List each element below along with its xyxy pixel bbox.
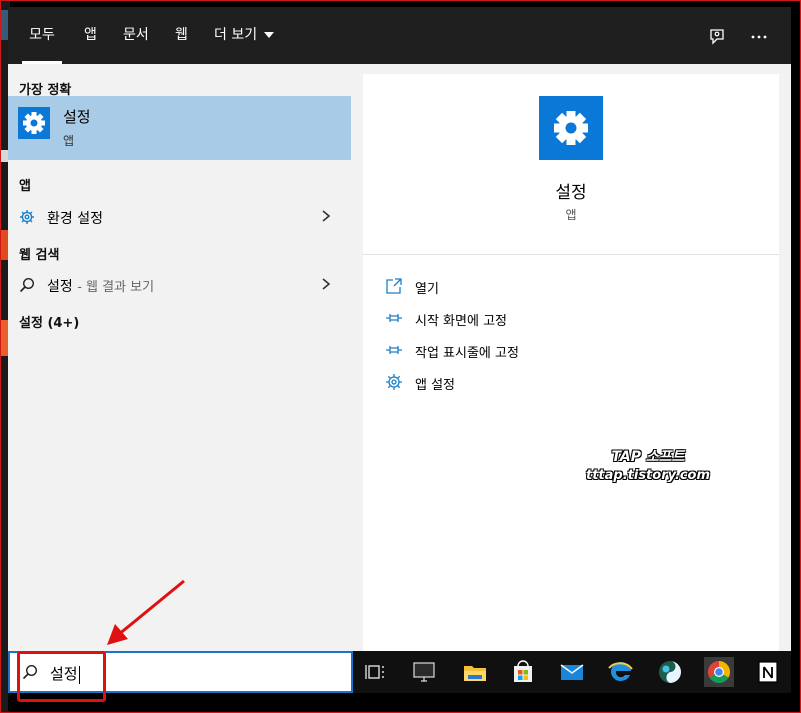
annotation-arrow-icon (107, 579, 185, 645)
